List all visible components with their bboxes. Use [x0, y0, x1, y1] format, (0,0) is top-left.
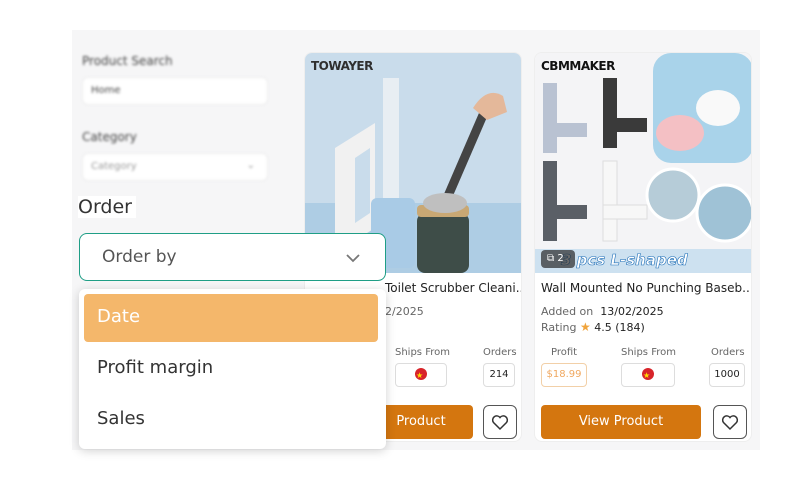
order-option-sales[interactable]: Sales [84, 396, 378, 444]
order-label: Order [78, 196, 136, 218]
ships-from-label: Ships From [395, 347, 450, 358]
product-title[interactable]: Toilet Scrubber Cleani... [385, 281, 521, 295]
orders-label: Orders [483, 347, 517, 358]
profit-label: Profit [551, 347, 578, 358]
orders-value: 214 [483, 363, 515, 387]
images-icon: ⧉ [547, 253, 555, 264]
favorite-button[interactable] [713, 405, 747, 439]
order-option-profit-margin[interactable]: Profit margin [84, 345, 378, 393]
rating-count: (184) [615, 321, 645, 334]
order-by-placeholder: Order by [102, 247, 177, 267]
rating-row: Rating ★ 4.5 (184) [541, 320, 645, 334]
chevron-down-icon: ⌄ [246, 160, 255, 171]
added-on-label: Added on [541, 305, 594, 318]
stage: Product Search Home Category Category ⌄ [0, 0, 800, 480]
category-label: Category [82, 130, 137, 144]
category-placeholder: Category [91, 161, 137, 172]
brand-logo: TOWAYER [311, 59, 373, 73]
order-option-date[interactable]: Date [84, 294, 378, 342]
added-on-value: 13/02/2025 [600, 305, 664, 318]
added-on-value: 2/2025 [385, 305, 424, 318]
image-count-badge: ⧉ 2 [541, 250, 575, 268]
orders-value: 1000 [709, 363, 745, 387]
favorite-button[interactable] [483, 405, 517, 439]
filter-sidebar: Product Search Home Category Category ⌄ [80, 50, 280, 210]
order-by-menu: Date Profit margin Sales [79, 289, 386, 449]
product-image[interactable]: CBMMAKER 3 pcs L-shaped ⧉ 2 [535, 53, 751, 273]
ships-from-box [395, 363, 447, 387]
star-icon: ★ [579, 320, 591, 334]
category-select[interactable]: Category ⌄ [82, 153, 268, 181]
rating-label: Rating [541, 321, 577, 334]
heart-icon [491, 415, 509, 431]
rating-value: 4.5 [594, 321, 612, 334]
product-title[interactable]: Wall Mounted No Punching Baseb... [541, 281, 751, 295]
wall-hook-image [535, 53, 751, 273]
view-product-button[interactable]: View Product [541, 405, 701, 439]
profit-value: $18.99 [541, 363, 587, 387]
chevron-down-icon [346, 254, 360, 263]
image-count: 2 [557, 253, 564, 264]
order-by-select[interactable]: Order by [79, 233, 386, 281]
image-banner: 3 pcs L-shaped [561, 251, 688, 270]
china-flag-icon [642, 365, 654, 387]
brand-logo: CBMMAKER [541, 59, 615, 73]
product-search-input[interactable]: Home [82, 77, 268, 105]
china-flag-icon [415, 365, 427, 387]
orders-label: Orders [711, 347, 745, 358]
ships-from-box [621, 363, 675, 387]
heart-icon [721, 415, 739, 431]
product-search-label: Product Search [82, 54, 173, 68]
product-card[interactable]: CBMMAKER 3 pcs L-shaped ⧉ 2 Wall Mounted… [534, 52, 752, 442]
ships-from-label: Ships From [621, 347, 676, 358]
added-on-row: Added on 13/02/2025 [541, 305, 664, 318]
